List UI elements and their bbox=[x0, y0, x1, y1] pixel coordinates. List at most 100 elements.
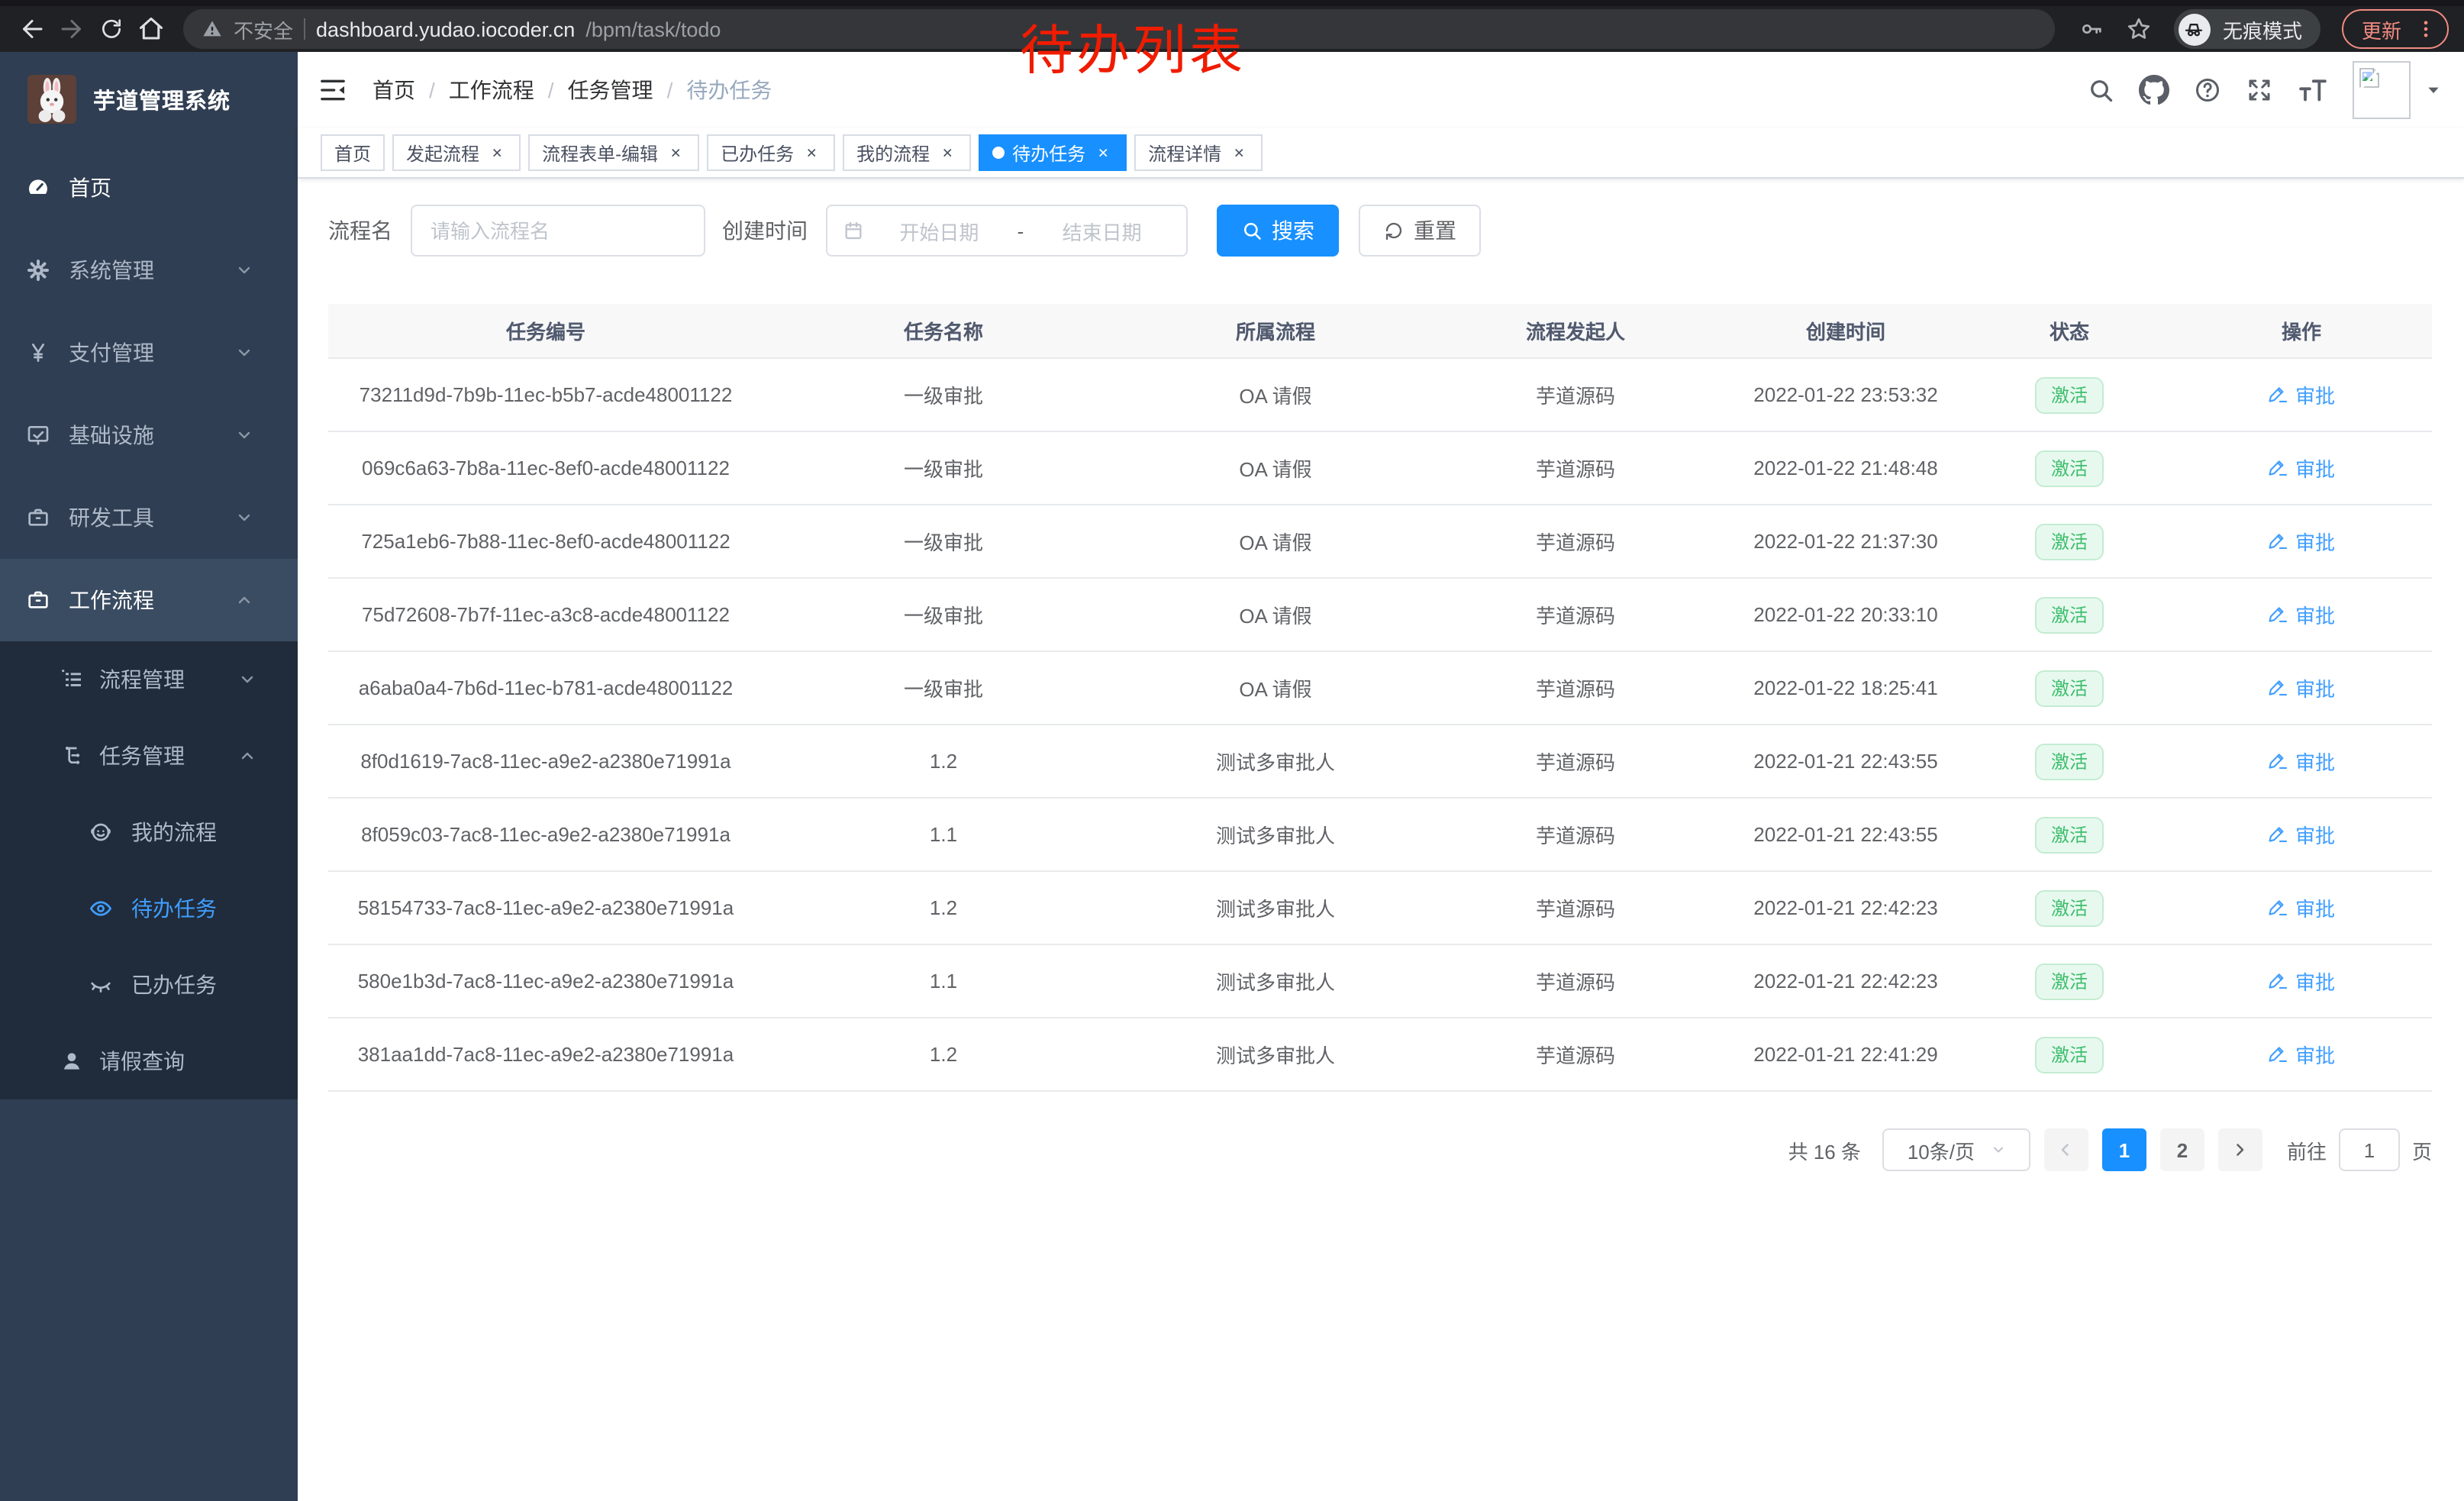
tab-label: 首页 bbox=[334, 140, 371, 166]
end-date-field[interactable]: 结束日期 bbox=[1033, 216, 1171, 245]
sidebar-item-7[interactable]: 任务管理 bbox=[0, 718, 298, 794]
sidebar-item-9[interactable]: 待办任务 bbox=[0, 870, 298, 947]
column-header-2: 所属流程 bbox=[1124, 304, 1427, 358]
tab-3[interactable]: 已办任务 bbox=[707, 134, 835, 171]
font-size-icon[interactable] bbox=[2298, 75, 2328, 105]
approve-link[interactable]: 审批 bbox=[2268, 747, 2335, 776]
sidebar-item-11[interactable]: 请假查询 bbox=[0, 1023, 298, 1099]
avatar-caret-icon[interactable] bbox=[2426, 82, 2441, 98]
url-host: dashboard.yudao.iocoder.cn bbox=[316, 18, 575, 40]
date-range-picker[interactable]: 开始日期 - 结束日期 bbox=[826, 205, 1188, 257]
reload-icon bbox=[99, 17, 124, 41]
cell-created: 2022-01-21 22:42:23 bbox=[1724, 944, 1968, 1018]
sidebar-item-6[interactable]: 流程管理 bbox=[0, 641, 298, 718]
bookmark-star-icon[interactable] bbox=[2125, 15, 2153, 43]
close-icon[interactable] bbox=[937, 143, 957, 163]
approve-link[interactable]: 审批 bbox=[2268, 673, 2335, 702]
sidebar-item-1[interactable]: 系统管理 bbox=[0, 229, 298, 311]
browser-reload-button[interactable] bbox=[92, 9, 131, 49]
tab-2[interactable]: 流程表单-编辑 bbox=[528, 134, 699, 171]
sidebar-item-label: 我的流程 bbox=[131, 817, 217, 847]
approve-link[interactable]: 审批 bbox=[2268, 600, 2335, 629]
edit-icon bbox=[2268, 457, 2289, 479]
sidebar-item-4[interactable]: 研发工具 bbox=[0, 476, 298, 559]
approve-link[interactable]: 审批 bbox=[2268, 820, 2335, 849]
edit-icon bbox=[2268, 1044, 2289, 1065]
cell-id: 580e1b3d-7ac8-11ec-a9e2-a2380e71991a bbox=[328, 944, 763, 1018]
browser-home-button[interactable] bbox=[131, 9, 171, 49]
breadcrumb-item-2[interactable]: 任务管理 bbox=[568, 75, 653, 105]
tab-0[interactable]: 首页 bbox=[321, 134, 385, 171]
search-button[interactable]: 搜索 bbox=[1217, 205, 1339, 257]
sidebar-menu-top: 首页系统管理支付管理基础设施研发工具工作流程 bbox=[0, 147, 298, 641]
cell-process: OA 请假 bbox=[1124, 651, 1427, 725]
app-logo[interactable]: 芋道管理系统 bbox=[0, 52, 298, 147]
edit-icon bbox=[2268, 531, 2289, 552]
address-bar[interactable]: 不安全 dashboard.yudao.iocoder.cn/bpm/task/… bbox=[183, 9, 2055, 49]
page-button-1[interactable]: 1 bbox=[2102, 1128, 2146, 1171]
github-icon[interactable] bbox=[2139, 75, 2169, 105]
cell-initiator: 芋道源码 bbox=[1427, 944, 1724, 1018]
browser-menu-icon[interactable] bbox=[2415, 18, 2437, 40]
close-icon[interactable] bbox=[1093, 143, 1113, 163]
sidebar-item-8[interactable]: 我的流程 bbox=[0, 794, 298, 870]
page-button-2[interactable]: 2 bbox=[2160, 1128, 2204, 1171]
incognito-badge[interactable]: 无痕模式 bbox=[2174, 9, 2320, 49]
goto-page-input[interactable] bbox=[2339, 1128, 2400, 1171]
tab-4[interactable]: 我的流程 bbox=[843, 134, 971, 171]
fullscreen-icon[interactable] bbox=[2246, 76, 2273, 104]
approve-link[interactable]: 审批 bbox=[2268, 380, 2335, 409]
tags-view: 首页发起流程流程表单-编辑已办任务我的流程待办任务流程详情 bbox=[298, 128, 2464, 179]
page-content: 流程名 创建时间 开始日期 - 结束日期 搜索 重 bbox=[298, 179, 2464, 1501]
help-icon[interactable] bbox=[2194, 76, 2221, 104]
start-date-field[interactable]: 开始日期 bbox=[870, 216, 1008, 245]
app-title: 芋道管理系统 bbox=[93, 83, 231, 115]
sidebar-collapse-icon[interactable] bbox=[318, 75, 348, 105]
browser-update-button[interactable]: 更新 bbox=[2342, 9, 2449, 49]
cell-status: 激活 bbox=[1968, 578, 2171, 651]
cell-initiator: 芋道源码 bbox=[1427, 651, 1724, 725]
approve-link[interactable]: 审批 bbox=[2268, 454, 2335, 483]
page-size-select[interactable]: 10条/页 bbox=[1882, 1128, 2030, 1171]
sidebar-item-label: 工作流程 bbox=[69, 585, 154, 615]
tab-5[interactable]: 待办任务 bbox=[979, 134, 1127, 171]
avatar[interactable] bbox=[2353, 61, 2411, 119]
cell-initiator: 芋道源码 bbox=[1427, 578, 1724, 651]
list-icon bbox=[60, 667, 84, 692]
tab-1[interactable]: 发起流程 bbox=[392, 134, 521, 171]
sidebar-item-label: 研发工具 bbox=[69, 502, 154, 533]
sidebar-item-2[interactable]: 支付管理 bbox=[0, 311, 298, 394]
page-size-value: 10条/页 bbox=[1908, 1135, 1975, 1164]
breadcrumb-item-3: 待办任务 bbox=[686, 75, 772, 105]
top-navbar: 首页/工作流程/任务管理/待办任务 bbox=[298, 52, 2464, 128]
tab-6[interactable]: 流程详情 bbox=[1134, 134, 1263, 171]
cell-name: 1.2 bbox=[763, 871, 1124, 944]
calendar-icon bbox=[843, 220, 864, 241]
sidebar-item-label: 已办任务 bbox=[131, 970, 217, 1000]
prev-page-button[interactable] bbox=[2044, 1128, 2088, 1171]
next-page-button[interactable] bbox=[2218, 1128, 2262, 1171]
search-icon[interactable] bbox=[2087, 76, 2114, 104]
sidebar-item-0[interactable]: 首页 bbox=[0, 147, 298, 229]
sidebar-item-5[interactable]: 工作流程 bbox=[0, 559, 298, 641]
approve-link[interactable]: 审批 bbox=[2268, 527, 2335, 556]
close-icon[interactable] bbox=[801, 143, 821, 163]
close-icon[interactable] bbox=[666, 143, 685, 163]
approve-link[interactable]: 审批 bbox=[2268, 1040, 2335, 1069]
edit-icon bbox=[2268, 824, 2289, 845]
sidebar-item-10[interactable]: 已办任务 bbox=[0, 947, 298, 1023]
password-key-icon[interactable] bbox=[2079, 17, 2104, 41]
reset-button[interactable]: 重置 bbox=[1359, 205, 1481, 257]
approve-link[interactable]: 审批 bbox=[2268, 893, 2335, 922]
browser-forward-button[interactable] bbox=[52, 9, 92, 49]
process-name-input[interactable] bbox=[411, 205, 705, 257]
cell-process: OA 请假 bbox=[1124, 431, 1427, 505]
close-icon[interactable] bbox=[1229, 143, 1249, 163]
sidebar-item-3[interactable]: 基础设施 bbox=[0, 394, 298, 476]
breadcrumb-item-0[interactable]: 首页 bbox=[373, 75, 415, 105]
cell-id: 725a1eb6-7b88-11ec-8ef0-acde48001122 bbox=[328, 505, 763, 578]
approve-link[interactable]: 审批 bbox=[2268, 967, 2335, 996]
browser-back-button[interactable] bbox=[12, 9, 52, 49]
breadcrumb-item-1[interactable]: 工作流程 bbox=[449, 75, 534, 105]
close-icon[interactable] bbox=[487, 143, 507, 163]
